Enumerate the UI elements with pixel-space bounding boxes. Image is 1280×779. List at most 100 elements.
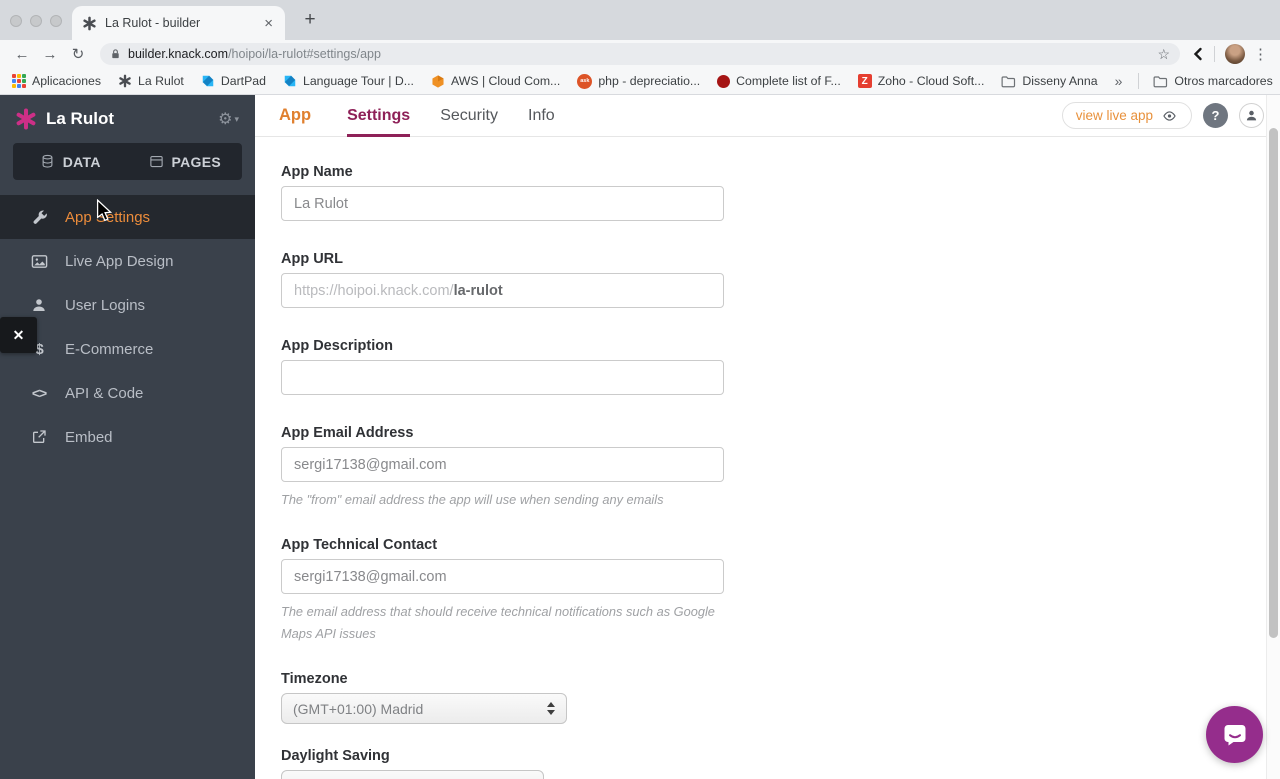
back-icon[interactable]: ←: [10, 46, 34, 63]
lock-icon: [110, 48, 121, 60]
sidebar-item-embed[interactable]: Embed: [0, 415, 255, 459]
app-url-label: App URL: [281, 251, 344, 267]
app-url-prefix: https://hoipoi.knack.com/: [294, 282, 454, 299]
knack-favicon-icon: [82, 16, 97, 31]
dart-icon: [283, 74, 297, 88]
apps-grid-icon: [12, 74, 26, 88]
page-url: builder.knack.com/hoipoi/la-rulot#settin…: [128, 47, 381, 61]
sidebar-item-live-app-design[interactable]: Live App Design: [0, 239, 255, 283]
bookmark-complete-list[interactable]: Complete list of F...: [717, 74, 841, 88]
address-bar[interactable]: builder.knack.com/hoipoi/la-rulot#settin…: [100, 43, 1180, 65]
forward-icon[interactable]: →: [38, 46, 62, 63]
eye-icon: [1161, 109, 1178, 123]
app-technical-contact-label: App Technical Contact: [281, 537, 438, 553]
profile-avatar[interactable]: [1225, 44, 1245, 64]
tab-security[interactable]: Security: [440, 95, 498, 137]
sidebar-item-app-settings[interactable]: App Settings: [0, 195, 255, 239]
account-button[interactable]: [1239, 103, 1264, 128]
main-content: App Settings Security Info view live app…: [255, 95, 1280, 779]
sidebar-item-label: E-Commerce: [65, 340, 154, 358]
data-tab-label: DATA: [62, 153, 101, 170]
app-description-label: App Description: [281, 338, 393, 354]
toolbar-divider: [1214, 46, 1215, 62]
timezone-select[interactable]: (GMT+01:00) Madrid: [281, 693, 567, 724]
daylight-saving-select[interactable]: [281, 770, 544, 779]
view-live-app-label: view live app: [1075, 108, 1153, 123]
aws-cube-icon: [431, 74, 445, 89]
intercom-chat-button[interactable]: [1206, 706, 1263, 763]
view-live-app-button[interactable]: view live app: [1061, 102, 1192, 129]
app-url-input[interactable]: https://hoipoi.knack.com/la-rulot: [281, 273, 724, 308]
new-tab-button[interactable]: +: [298, 8, 322, 32]
help-button[interactable]: ?: [1203, 103, 1228, 128]
bookmark-aws[interactable]: AWS | Cloud Com...: [431, 74, 560, 89]
pages-tab-label: PAGES: [171, 153, 221, 170]
bookmarks-overflow-icon[interactable]: »: [1115, 73, 1123, 89]
tab-info[interactable]: Info: [528, 95, 555, 137]
bookmark-folder-disseny[interactable]: Disseny Anna: [1001, 74, 1098, 88]
sidebar-item-ecommerce[interactable]: $ E-Commerce: [0, 327, 255, 371]
bookmark-php[interactable]: ask php - depreciatio...: [577, 73, 700, 89]
app-technical-contact-hint: The email address that should receive te…: [281, 604, 715, 641]
code-icon: <>: [31, 385, 47, 401]
minimize-window-button[interactable]: [30, 15, 42, 27]
browser-menu-icon[interactable]: ⋮: [1253, 45, 1268, 63]
sidebar-item-label: App Settings: [65, 208, 151, 226]
app-email-hint: The "from" email address the app will us…: [281, 492, 664, 507]
folder-icon: [1153, 75, 1168, 88]
pages-icon: [149, 154, 164, 169]
app-email-input[interactable]: [281, 447, 724, 482]
pages-tab[interactable]: PAGES: [128, 143, 243, 180]
sidebar-item-label: Embed: [65, 428, 113, 446]
browser-chrome: La Rulot - builder × + ← → ↻ builder.kna…: [0, 0, 1280, 95]
tab-strip: La Rulot - builder × +: [0, 0, 1280, 40]
scrollbar-thumb[interactable]: [1269, 128, 1278, 638]
app-name-label: App Name: [281, 164, 353, 180]
bookmark-dartpad[interactable]: DartPad: [201, 74, 266, 88]
bookmark-la-rulot[interactable]: La Rulot: [118, 74, 184, 88]
bookmark-apps[interactable]: Aplicaciones: [12, 74, 101, 88]
browser-tab[interactable]: La Rulot - builder ×: [72, 6, 285, 40]
browser-toolbar: ← → ↻ builder.knack.com/hoipoi/la-rulot#…: [0, 40, 1280, 68]
bookmark-star-icon[interactable]: ☆: [1157, 46, 1170, 63]
knack-builder-page: La Rulot ⚙ ▾ DATA PAGES App Settings Liv…: [0, 95, 1280, 779]
image-icon: [30, 253, 48, 270]
app-settings-menu-button[interactable]: ⚙ ▾: [218, 109, 239, 129]
sidebar-item-label: Live App Design: [65, 252, 174, 270]
bookmarks-bar: Aplicaciones La Rulot DartPad Language T…: [0, 68, 1280, 95]
sidebar-item-user-logins[interactable]: User Logins: [0, 283, 255, 327]
user-icon: [30, 297, 48, 313]
embed-external-icon: [30, 429, 48, 445]
bookmarks-divider: [1138, 73, 1140, 89]
app-url-slug: la-rulot: [453, 282, 503, 299]
bookmark-language-tour[interactable]: Language Tour | D...: [283, 74, 414, 88]
gear-icon: ⚙: [218, 111, 233, 128]
data-pages-toggle: DATA PAGES: [13, 143, 242, 180]
zoom-window-button[interactable]: [50, 15, 62, 27]
sidebar-item-api-code[interactable]: <> API & Code: [0, 371, 255, 415]
app-crumb[interactable]: App: [279, 106, 311, 125]
tab-settings[interactable]: Settings: [347, 95, 411, 137]
reload-icon[interactable]: ↻: [66, 45, 90, 63]
sidebar-menu: App Settings Live App Design User Logins…: [0, 195, 255, 459]
window-controls[interactable]: [10, 15, 62, 27]
app-technical-contact-input[interactable]: [281, 559, 724, 594]
knack-asterisk-icon: [118, 74, 132, 88]
settings-header: App Settings Security Info view live app…: [255, 95, 1280, 137]
close-window-button[interactable]: [10, 15, 22, 27]
folder-icon: [1001, 75, 1016, 88]
timezone-label: Timezone: [281, 671, 348, 687]
close-tab-icon[interactable]: ×: [262, 15, 275, 32]
scrollbar-track: [1266, 95, 1280, 779]
close-banner-button[interactable]: ✕: [0, 317, 37, 353]
bookmark-zoho[interactable]: Z Zoho - Cloud Soft...: [857, 74, 984, 88]
data-tab[interactable]: DATA: [13, 143, 128, 180]
tab-title: La Rulot - builder: [105, 16, 201, 30]
knack-logo-icon: [15, 108, 37, 130]
database-icon: [40, 154, 55, 169]
extension-chevron-icon[interactable]: [1192, 47, 1204, 61]
app-description-input[interactable]: [281, 360, 724, 395]
other-bookmarks-folder[interactable]: Otros marcadores: [1153, 74, 1273, 88]
app-name-input[interactable]: [281, 186, 724, 221]
sidebar-item-label: API & Code: [65, 384, 144, 402]
